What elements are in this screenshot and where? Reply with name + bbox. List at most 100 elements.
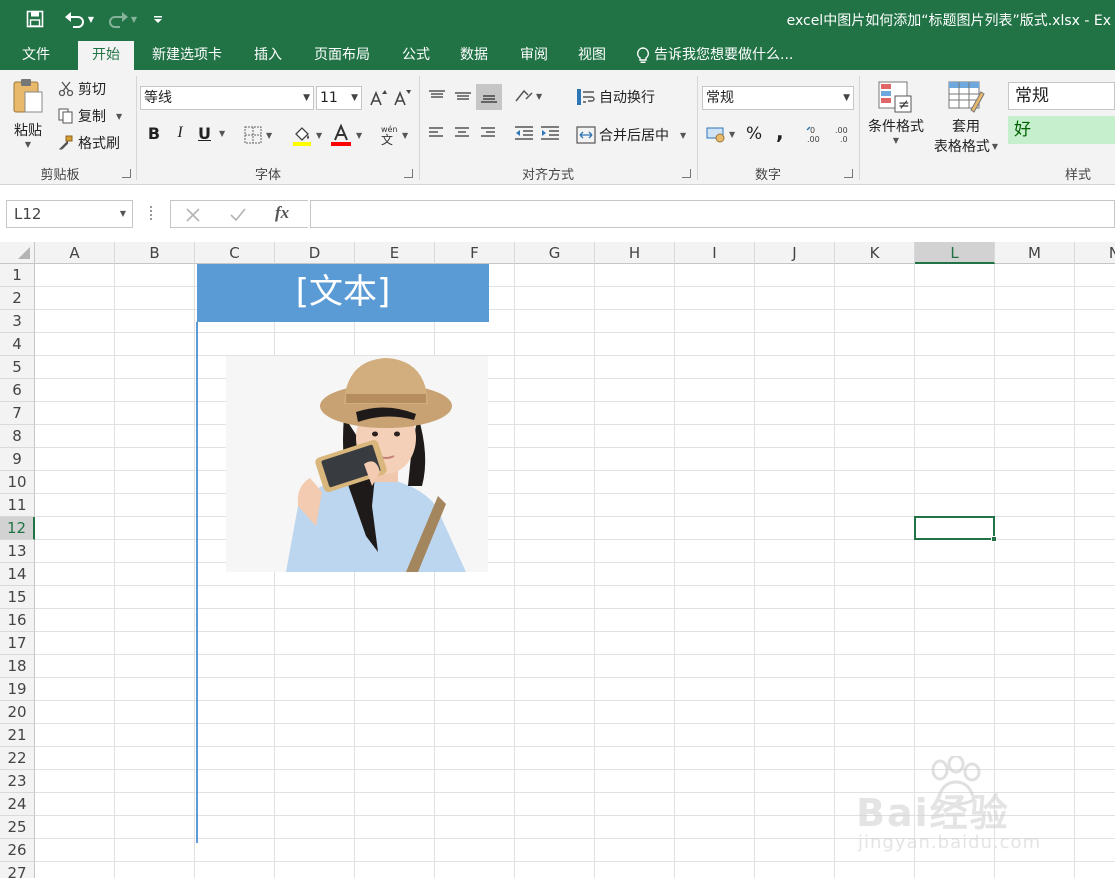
name-box[interactable]: L12 ▼ xyxy=(6,200,133,228)
column-header[interactable]: E xyxy=(355,242,435,264)
row-header[interactable]: 19 xyxy=(0,678,35,701)
selected-cell[interactable] xyxy=(914,516,997,542)
clipboard-launcher[interactable] xyxy=(122,169,131,178)
column-header[interactable]: H xyxy=(595,242,675,264)
percent-button[interactable]: % xyxy=(746,124,762,144)
formula-input[interactable] xyxy=(310,200,1115,228)
row-header[interactable]: 22 xyxy=(0,747,35,770)
comma-button[interactable]: , xyxy=(776,120,784,144)
font-color-button[interactable]: ▼ xyxy=(330,124,362,146)
cell-style-good[interactable]: 好 xyxy=(1008,116,1115,144)
row-header[interactable]: 8 xyxy=(0,425,35,448)
tab-home[interactable]: 开始 xyxy=(78,41,134,70)
row-header[interactable]: 27 xyxy=(0,862,35,878)
row-header[interactable]: 9 xyxy=(0,448,35,471)
conditional-formatting-button[interactable]: ≠ 条件格式 ▼ xyxy=(864,80,928,145)
copy-button[interactable]: 复制 ▼ xyxy=(58,105,122,127)
title-banner[interactable]: [文本] xyxy=(197,264,489,322)
row-header[interactable]: 4 xyxy=(0,333,35,356)
column-header[interactable]: C xyxy=(195,242,275,264)
select-all-corner[interactable] xyxy=(0,242,35,264)
format-painter-button[interactable]: 格式刷 xyxy=(58,132,120,154)
fill-handle[interactable] xyxy=(991,536,997,542)
decrease-indent-button[interactable] xyxy=(514,125,534,141)
underline-button[interactable]: U ▼ xyxy=(198,124,225,143)
row-header[interactable]: 12 xyxy=(0,517,35,540)
format-as-table-button[interactable]: 套用 表格格式 ▼ xyxy=(930,80,1002,156)
tab-new[interactable]: 新建选项卡 xyxy=(142,41,232,70)
column-header[interactable]: K xyxy=(835,242,915,264)
row-header[interactable]: 24 xyxy=(0,793,35,816)
column-header[interactable]: A xyxy=(35,242,115,264)
row-header[interactable]: 6 xyxy=(0,379,35,402)
increase-indent-button[interactable] xyxy=(540,125,560,141)
column-header[interactable]: F xyxy=(435,242,515,264)
customize-quick-access-button[interactable] xyxy=(150,8,166,30)
italic-button[interactable]: I xyxy=(172,124,188,142)
phonetic-button[interactable]: wén 文 ▼ xyxy=(378,124,408,146)
tab-page-layout[interactable]: 页面布局 xyxy=(304,41,380,70)
save-button[interactable] xyxy=(24,8,46,30)
tab-data[interactable]: 数据 xyxy=(450,41,498,70)
number-format-select[interactable]: 常规 ▼ xyxy=(702,86,854,110)
cut-button[interactable]: 剪切 xyxy=(58,78,106,100)
tab-file[interactable]: 文件 xyxy=(12,41,60,70)
align-top-button[interactable] xyxy=(426,86,448,108)
row-header[interactable]: 25 xyxy=(0,816,35,839)
borders-button[interactable]: ▼ xyxy=(244,126,272,144)
row-header[interactable]: 10 xyxy=(0,471,35,494)
column-header[interactable]: J xyxy=(755,242,835,264)
accounting-format-button[interactable]: ▼ xyxy=(706,125,735,143)
wrap-text-button[interactable]: 自动换行 xyxy=(576,87,655,107)
tab-formulas[interactable]: 公式 xyxy=(392,41,440,70)
row-header[interactable]: 2 xyxy=(0,287,35,310)
align-center-button[interactable] xyxy=(454,126,470,140)
align-middle-button[interactable] xyxy=(452,86,474,108)
orientation-button[interactable]: ▼ xyxy=(514,87,542,105)
align-left-button[interactable] xyxy=(428,126,444,140)
column-header[interactable]: M xyxy=(995,242,1075,264)
column-header[interactable]: N xyxy=(1075,242,1115,264)
cancel-icon[interactable] xyxy=(185,207,201,223)
redo-button[interactable]: ▼ xyxy=(104,8,140,30)
row-header[interactable]: 21 xyxy=(0,724,35,747)
column-header[interactable]: I xyxy=(675,242,755,264)
formula-bar-grip[interactable] xyxy=(150,206,153,220)
column-header[interactable]: L xyxy=(915,242,995,264)
row-header[interactable]: 26 xyxy=(0,839,35,862)
insert-function-button[interactable]: fx xyxy=(275,203,289,223)
font-name-select[interactable]: 等线 ▼ xyxy=(140,86,314,110)
column-header[interactable]: G xyxy=(515,242,595,264)
row-header[interactable]: 23 xyxy=(0,770,35,793)
row-header[interactable]: 16 xyxy=(0,609,35,632)
row-header[interactable]: 13 xyxy=(0,540,35,563)
alignment-launcher[interactable] xyxy=(682,169,691,178)
decrease-font-button[interactable] xyxy=(392,88,412,108)
align-bottom-button[interactable] xyxy=(476,84,502,110)
column-header[interactable]: B xyxy=(115,242,195,264)
tab-insert[interactable]: 插入 xyxy=(244,41,292,70)
row-header[interactable]: 11 xyxy=(0,494,35,517)
row-header[interactable]: 18 xyxy=(0,655,35,678)
row-header[interactable]: 7 xyxy=(0,402,35,425)
row-header[interactable]: 5 xyxy=(0,356,35,379)
decrease-decimal-button[interactable]: .00 .0 xyxy=(834,125,854,143)
increase-font-button[interactable] xyxy=(368,88,388,108)
row-header[interactable]: 14 xyxy=(0,563,35,586)
picture-woman-with-phone[interactable] xyxy=(226,356,488,572)
tab-view[interactable]: 视图 xyxy=(568,41,616,70)
row-header[interactable]: 1 xyxy=(0,264,35,287)
align-right-button[interactable] xyxy=(480,126,496,140)
cell-style-normal[interactable]: 常规 xyxy=(1008,82,1115,110)
row-header[interactable]: 20 xyxy=(0,701,35,724)
font-launcher[interactable] xyxy=(404,169,413,178)
fill-color-button[interactable]: ▼ xyxy=(292,124,322,146)
tell-me-search[interactable]: 告诉我您想要做什么... xyxy=(636,41,816,70)
tab-review[interactable]: 审阅 xyxy=(510,41,558,70)
row-header[interactable]: 17 xyxy=(0,632,35,655)
row-header[interactable]: 3 xyxy=(0,310,35,333)
paste-button[interactable]: 粘贴 ▼ xyxy=(8,76,48,158)
enter-icon[interactable] xyxy=(229,207,247,223)
column-header[interactable]: D xyxy=(275,242,355,264)
undo-button[interactable]: ▼ xyxy=(60,8,98,30)
